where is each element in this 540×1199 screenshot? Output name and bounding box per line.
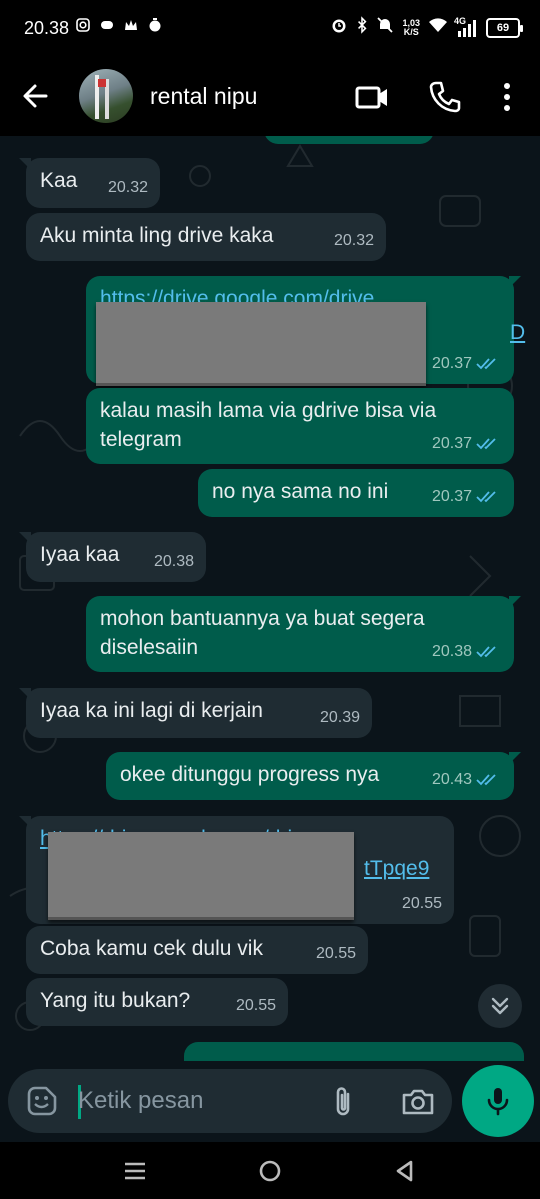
- back-nav-icon[interactable]: [390, 1156, 420, 1186]
- system-icons: 1,03 K/S 4G 69: [330, 15, 523, 39]
- network-speed: 1,03 K/S: [402, 17, 420, 37]
- crown-icon: [124, 18, 138, 32]
- signal-icon: 4G: [454, 15, 478, 37]
- message-time: 20.55: [235, 997, 276, 1014]
- input-placeholder: Ketik pesan: [78, 1087, 204, 1114]
- back-arrow-icon[interactable]: [18, 78, 54, 114]
- read-ticks-icon: [476, 645, 496, 657]
- message-incoming[interactable]: Iyaa kaa 20.38: [19, 532, 206, 582]
- chat-messages[interactable]: Kaa 20.32 Aku minta ling drive kaka 20.3…: [0, 136, 540, 1061]
- message-link-tail[interactable]: D: [510, 318, 525, 347]
- message-incoming[interactable]: Yang itu bukan? 20.55: [26, 978, 288, 1026]
- message-incoming[interactable]: Coba kamu cek dulu vik 20.55: [26, 926, 368, 974]
- network-type: 4G: [454, 15, 467, 26]
- message-input[interactable]: Ketik pesan: [8, 1069, 452, 1133]
- message-time: 20.32: [333, 232, 374, 249]
- scroll-to-bottom-button[interactable]: [478, 984, 522, 1028]
- message-text: kalau masih lama via gdrive bisa via tel…: [100, 399, 437, 451]
- message-time: 20.32: [107, 179, 148, 196]
- message-text: Coba kamu cek dulu vik: [40, 937, 263, 960]
- message-time: 20.38: [153, 553, 194, 570]
- instagram-icon: [76, 18, 90, 32]
- message-text: Aku minta ling drive kaka: [40, 224, 274, 247]
- video-call-icon[interactable]: [355, 80, 389, 114]
- mute-icon: [376, 16, 394, 39]
- notification-icons: [76, 18, 162, 32]
- redaction-block: [96, 302, 426, 386]
- bluetooth-icon: [356, 16, 368, 39]
- message-composer: Ketik pesan: [0, 1061, 540, 1142]
- message-time: 20.38: [431, 643, 472, 660]
- system-navigation-bar: [0, 1142, 540, 1199]
- status-bar: 20.38 1,03 K/S 4G 69: [0, 0, 540, 58]
- message-outgoing-partial[interactable]: [264, 136, 434, 144]
- read-ticks-icon: [476, 490, 496, 502]
- message-incoming[interactable]: Aku minta ling drive kaka 20.32: [26, 213, 386, 261]
- alarm-icon: [330, 16, 348, 39]
- message-time: 20.37: [431, 355, 472, 372]
- message-time: 20.37: [431, 435, 472, 452]
- more-options-icon[interactable]: [490, 80, 524, 114]
- voice-message-button[interactable]: [462, 1065, 534, 1137]
- home-icon[interactable]: [255, 1156, 285, 1186]
- contact-name[interactable]: rental nipu: [150, 83, 257, 110]
- wifi-icon: [428, 17, 448, 38]
- double-chevron-down-icon: [491, 997, 509, 1015]
- message-outgoing-partial[interactable]: [184, 1042, 524, 1061]
- message-time: 20.43: [431, 771, 472, 788]
- message-incoming[interactable]: Iyaa ka ini lagi di kerjain 20.39: [19, 688, 372, 738]
- attach-icon[interactable]: [328, 1085, 360, 1119]
- read-ticks-icon: [476, 357, 496, 369]
- message-time: 20.55: [315, 945, 356, 962]
- mic-icon: [487, 1088, 509, 1116]
- message-text: Iyaa ka ini lagi di kerjain: [40, 699, 263, 722]
- recent-apps-icon[interactable]: [120, 1156, 150, 1186]
- phone-icon[interactable]: [428, 80, 462, 114]
- message-outgoing[interactable]: mohon bantuannya ya buat segera diselesa…: [86, 596, 521, 672]
- message-incoming[interactable]: Kaa 20.32: [19, 158, 160, 208]
- message-outgoing[interactable]: kalau masih lama via gdrive bisa via tel…: [86, 388, 514, 464]
- read-ticks-icon: [476, 773, 496, 785]
- emoji-icon[interactable]: [26, 1085, 58, 1117]
- message-outgoing[interactable]: https://drive.google.com/drive D 20.37: [86, 276, 525, 386]
- message-outgoing[interactable]: okee ditunggu progress nya 20.43: [106, 752, 521, 800]
- message-time: 20.39: [319, 709, 360, 726]
- message-incoming[interactable]: https://drive.google.com/drive tTpqe9 20…: [19, 816, 454, 924]
- message-outgoing[interactable]: no nya sama no ini 20.37: [198, 469, 514, 517]
- timer-icon: [148, 18, 162, 32]
- message-link-mid[interactable]: tTpqe9: [364, 854, 429, 883]
- status-time: 20.38: [24, 18, 70, 38]
- chat-header: rental nipu: [0, 58, 540, 136]
- redaction-block: [48, 832, 354, 920]
- camera-icon[interactable]: [400, 1085, 436, 1119]
- battery-indicator: 69: [486, 17, 523, 38]
- read-ticks-icon: [476, 437, 496, 449]
- game-icon: [100, 18, 114, 32]
- message-time: 20.37: [431, 488, 472, 505]
- avatar[interactable]: [79, 69, 133, 123]
- message-time: 20.55: [401, 895, 442, 912]
